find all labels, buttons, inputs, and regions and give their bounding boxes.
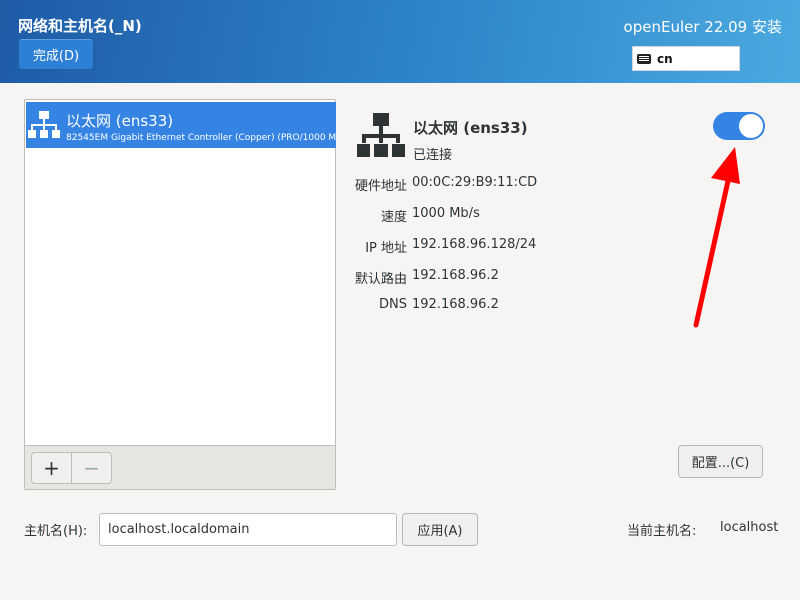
network-wired-icon <box>356 111 406 161</box>
current-hostname-value: localhost <box>720 520 779 535</box>
device-list-panel: 以太网 (ens33) 82545EM Gigabit Ethernet Con… <box>24 99 336 490</box>
device-item-description: 82545EM Gigabit Ethernet Controller (Cop… <box>66 133 336 143</box>
add-device-button[interactable]: + <box>31 452 72 484</box>
header-bar: 网络和主机名(_N) 完成(D) openEuler 22.09 安装 cn <box>0 0 800 83</box>
keyboard-layout-indicator[interactable]: cn <box>632 46 740 71</box>
hardware-address-value: 00:0C:29:B9:11:CD <box>412 175 538 190</box>
device-list-toolbar: + − <box>25 445 335 489</box>
detail-device-name: 以太网 (ens33) <box>413 119 528 137</box>
remove-device-button[interactable]: − <box>71 452 112 484</box>
hostname-label: 主机名(H): <box>24 524 88 539</box>
default-route-label: 默认路由 <box>354 272 407 287</box>
device-item-name: 以太网 (ens33) <box>66 112 174 130</box>
dns-label: DNS <box>379 297 407 312</box>
ip-address-value: 192.168.96.128/24 <box>412 237 537 252</box>
default-route-value: 192.168.96.2 <box>412 268 499 283</box>
network-wired-icon <box>28 110 60 140</box>
dns-value: 192.168.96.2 <box>412 297 499 312</box>
annotation-arrow <box>680 138 760 338</box>
speed-label: 速度 <box>380 210 407 225</box>
done-button[interactable]: 完成(D) <box>18 38 94 70</box>
current-hostname-label: 当前主机名: <box>627 524 697 539</box>
toggle-knob <box>739 114 763 138</box>
device-list-item[interactable]: 以太网 (ens33) 82545EM Gigabit Ethernet Con… <box>26 102 336 148</box>
page-title: 网络和主机名(_N) <box>18 17 142 35</box>
speed-value: 1000 Mb/s <box>412 206 480 221</box>
apply-hostname-button[interactable]: 应用(A) <box>402 513 478 546</box>
keyboard-layout-label: cn <box>657 51 673 66</box>
hostname-input[interactable] <box>99 513 397 546</box>
connection-status: 已连接 <box>413 148 453 163</box>
ip-address-label: IP 地址 <box>365 241 407 256</box>
hardware-address-label: 硬件地址 <box>354 179 407 194</box>
product-title: openEuler 22.09 安装 <box>623 18 782 36</box>
device-enable-toggle[interactable] <box>713 112 765 140</box>
keyboard-icon <box>637 53 651 64</box>
configure-button[interactable]: 配置...(C) <box>678 445 763 478</box>
